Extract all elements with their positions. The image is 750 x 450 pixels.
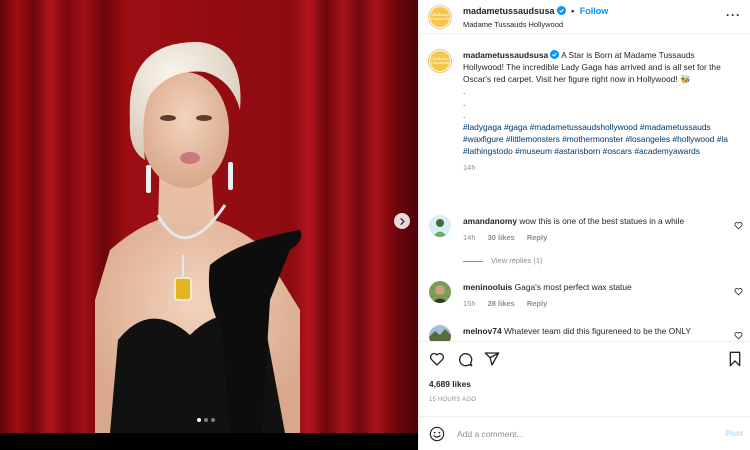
add-comment-bar: Post	[419, 416, 750, 450]
carousel-dot	[197, 418, 201, 422]
comment-body: melnov74 Whatever team did this figurene…	[463, 325, 723, 337]
commenter-avatar[interactable]	[429, 325, 451, 341]
emoji-icon[interactable]	[429, 426, 445, 442]
caption-username[interactable]: madametussaudsusa	[463, 50, 548, 60]
add-comment-input[interactable]	[457, 426, 707, 442]
comment-like-heart-icon[interactable]	[734, 221, 743, 230]
post-media	[0, 0, 418, 450]
bookmark-icon[interactable]	[727, 351, 743, 367]
caption-dot: .	[463, 110, 466, 120]
comments-list[interactable]: Madame Tussauds madametussaudsusa A Star…	[419, 35, 750, 341]
caption-avatar[interactable]: Madame Tussauds	[428, 49, 452, 73]
reply-button[interactable]: Reply	[527, 299, 547, 308]
avatar-image	[429, 215, 451, 237]
comment-body: meninooluis Gaga's most perfect wax stat…	[463, 281, 723, 293]
caption-time[interactable]: 14h	[463, 162, 733, 174]
comment-text: Whatever team did this figureneed to be …	[503, 326, 691, 336]
instagram-post-view: Madame Tussauds madametussaudsusa • Foll…	[0, 0, 750, 450]
reply-button[interactable]: Reply	[527, 233, 547, 242]
comment-like-heart-icon[interactable]	[734, 331, 743, 340]
caption: madametussaudsusa A Star is Born at Mada…	[463, 49, 733, 174]
chevron-right-icon	[399, 217, 405, 225]
posted-time[interactable]: 15 HOURS AGO	[429, 397, 476, 403]
share-icon[interactable]	[484, 351, 500, 367]
more-options-button[interactable]: ···	[726, 8, 741, 22]
likes-count[interactable]: 4,689 likes	[429, 379, 471, 389]
carousel-indicator	[197, 418, 215, 422]
avatar-logo-text: Madame Tussauds	[430, 12, 450, 21]
comment-time[interactable]: 15h	[463, 299, 476, 308]
follow-button[interactable]: Follow	[580, 6, 609, 16]
location-link[interactable]: Madame Tussauds Hollywood	[463, 20, 563, 29]
post-side-panel: Madame Tussauds madametussaudsusa • Foll…	[418, 0, 750, 450]
comment-username[interactable]: melnov74	[463, 326, 502, 336]
header-separator: •	[571, 6, 575, 16]
post-actions: 4,689 likes 15 HOURS AGO	[419, 341, 750, 416]
header-username[interactable]: madametussaudsusa	[463, 6, 555, 16]
comment-username[interactable]: amandanomy	[463, 216, 517, 226]
next-slide-button[interactable]	[394, 213, 410, 229]
heart-icon[interactable]	[429, 351, 445, 367]
carousel-dot	[204, 418, 208, 422]
verified-badge-icon	[556, 6, 566, 15]
comment-meta: 14h 30 likes Reply	[463, 233, 557, 242]
avatar-image	[429, 325, 451, 341]
comment-likes[interactable]: 28 likes	[488, 299, 515, 308]
account-avatar[interactable]: Madame Tussauds	[428, 5, 452, 29]
verified-badge-icon	[550, 50, 560, 59]
commenter-avatar[interactable]	[429, 281, 451, 303]
comment-like-heart-icon[interactable]	[734, 287, 743, 296]
comment-text: wow this is one of the best statues in a…	[519, 216, 685, 226]
caption-dot: .	[463, 98, 466, 108]
view-replies-button[interactable]: View replies (1)	[463, 256, 543, 265]
post-comment-button[interactable]: Post	[726, 429, 743, 438]
comment-username[interactable]: meninooluis	[463, 282, 512, 292]
avatar-logo-text: Madame Tussauds	[430, 56, 450, 65]
caption-hashtags[interactable]: #ladygaga #gaga #madametussaudshollywood…	[463, 121, 733, 157]
header-user-line: madametussaudsusa • Follow	[463, 6, 608, 16]
post-header: Madame Tussauds madametussaudsusa • Foll…	[419, 0, 750, 34]
caption-dot: .	[463, 86, 466, 96]
comment-time[interactable]: 14h	[463, 233, 476, 242]
comment-meta: 15h 28 likes Reply	[463, 299, 557, 308]
comment-body: amandanomy wow this is one of the best s…	[463, 215, 723, 227]
post-photo	[0, 0, 418, 433]
comment-likes[interactable]: 30 likes	[488, 233, 515, 242]
avatar-image	[429, 281, 451, 303]
carousel-dot	[211, 418, 215, 422]
commenter-avatar[interactable]	[429, 215, 451, 237]
comment-text: Gaga's most perfect wax statue	[514, 282, 632, 292]
comment-icon[interactable]	[457, 351, 473, 367]
